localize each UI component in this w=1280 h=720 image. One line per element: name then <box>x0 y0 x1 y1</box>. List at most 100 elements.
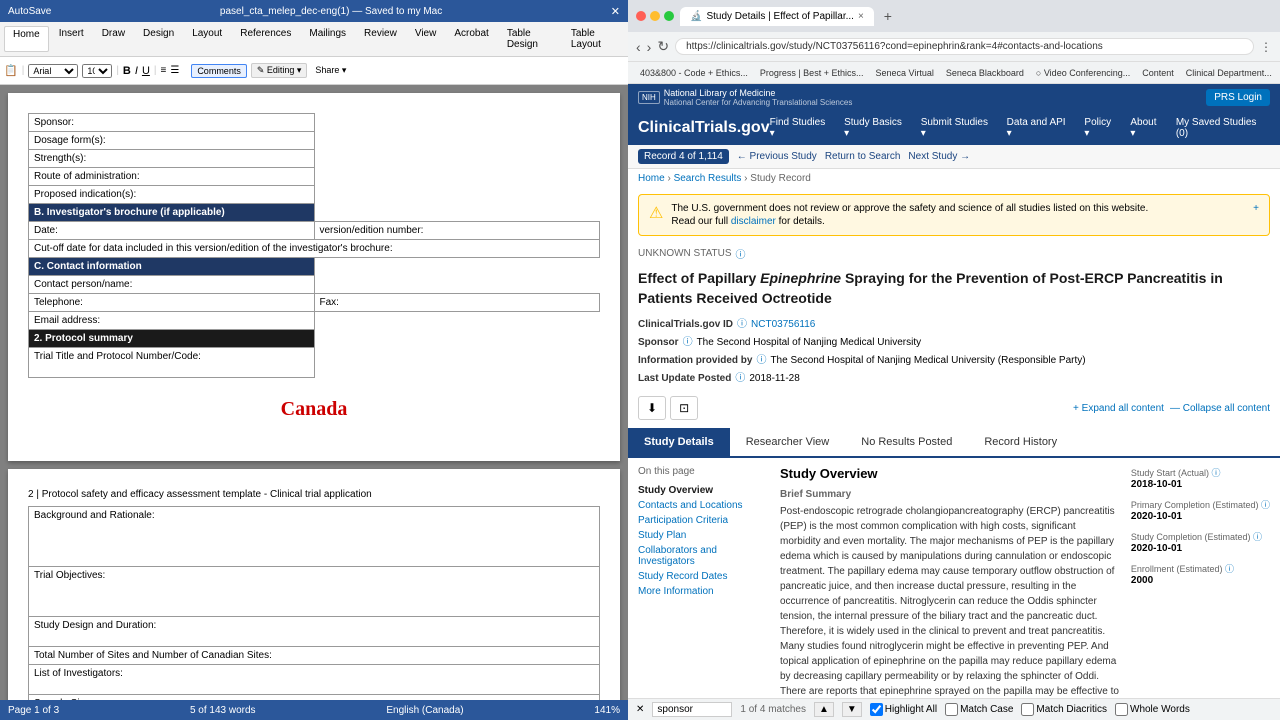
tab-close-btn[interactable]: × <box>858 11 864 22</box>
policy-nav[interactable]: Policy ▾ <box>1084 117 1118 139</box>
address-bar[interactable]: https://clinicaltrials.gov/study/NCT0375… <box>675 38 1254 55</box>
sidebar-collaborators[interactable]: Collaborators and Investigators <box>638 543 768 569</box>
bookmark-4[interactable]: Seneca Blackboard <box>942 67 1028 79</box>
brief-summary-label: Brief Summary <box>780 489 1119 500</box>
sidebar-study-overview[interactable]: Study Overview <box>638 483 768 498</box>
extensions-icon[interactable]: ⋮ <box>1260 40 1272 54</box>
sidebar-more-info[interactable]: More Information <box>638 584 768 599</box>
share-btn[interactable]: ⊡ <box>670 396 698 420</box>
primary-completion-icon[interactable]: ⓘ <box>1261 500 1270 510</box>
match-case-checkbox[interactable] <box>945 703 958 716</box>
word-tab-view[interactable]: View <box>407 26 445 52</box>
sidebar-record-dates[interactable]: Study Record Dates <box>638 569 768 584</box>
data-api-nav[interactable]: Data and API ▾ <box>1007 117 1073 139</box>
download-btn[interactable]: ⬇ <box>638 396 666 420</box>
start-icon[interactable]: ⓘ <box>1211 468 1220 478</box>
close-window-btn[interactable] <box>636 11 646 21</box>
reload-btn[interactable]: ↻ <box>657 38 669 55</box>
align-center-btn[interactable]: ☰ <box>170 65 179 76</box>
find-input[interactable] <box>652 702 732 717</box>
sidebar-participation-criteria[interactable]: Participation Criteria <box>638 513 768 528</box>
about-nav[interactable]: About ▾ <box>1130 117 1163 139</box>
sidebar-study-plan[interactable]: Study Plan <box>638 528 768 543</box>
whole-words-checkbox[interactable] <box>1115 703 1128 716</box>
underline-btn[interactable]: U <box>142 65 150 77</box>
tab-researcher-view[interactable]: Researcher View <box>730 428 846 456</box>
study-id-value[interactable]: NCT03756116 <box>751 316 815 334</box>
find-studies-nav[interactable]: Find Studies ▾ <box>770 117 832 139</box>
bookmark-2[interactable]: Progress | Best + Ethics... <box>756 67 868 79</box>
status-info-icon[interactable]: ⓘ <box>736 246 746 261</box>
paste-btn[interactable]: 📋 <box>4 64 18 77</box>
bookmark-3[interactable]: Seneca Virtual <box>871 67 937 79</box>
align-left-btn[interactable]: ≡ <box>161 65 167 76</box>
last-update-label: Last Update Posted <box>638 370 731 388</box>
editing-btn[interactable]: ✎ Editing ▾ <box>251 63 308 78</box>
warning-expand-btn[interactable]: + <box>1253 203 1259 214</box>
back-btn[interactable]: ‹ <box>636 39 641 55</box>
browser-window-controls <box>636 11 674 21</box>
previous-study-btn[interactable]: ← Previous Study <box>737 151 817 162</box>
tab-study-details[interactable]: Study Details <box>628 428 730 456</box>
browser-tab-active[interactable]: 🔬 Study Details | Effect of Papillar... … <box>680 7 874 26</box>
zoom-indicator: 141% <box>594 705 620 716</box>
enrollment-icon[interactable]: ⓘ <box>1225 564 1234 574</box>
bookmark-1[interactable]: 403&800 - Code + Ethics... <box>636 67 752 79</box>
comments-btn[interactable]: Comments <box>191 64 247 78</box>
return-to-search-btn[interactable]: Return to Search <box>825 151 901 162</box>
last-update-icon[interactable]: ⓘ <box>735 370 745 388</box>
breadcrumb-search-results[interactable]: Search Results <box>674 173 742 184</box>
new-tab-btn[interactable]: + <box>884 8 892 24</box>
italic-btn[interactable]: I <box>135 65 138 77</box>
study-completion-icon[interactable]: ⓘ <box>1253 532 1262 542</box>
study-basics-nav[interactable]: Study Basics ▾ <box>844 117 909 139</box>
highlight-all-option[interactable]: Highlight All <box>870 703 937 716</box>
forward-btn[interactable]: › <box>647 39 652 55</box>
whole-words-option[interactable]: Whole Words <box>1115 703 1190 716</box>
word-tab-insert[interactable]: Insert <box>51 26 92 52</box>
sponsor-icon[interactable]: ⓘ <box>683 334 693 352</box>
match-diacritics-checkbox[interactable] <box>1021 703 1034 716</box>
breadcrumb-home[interactable]: Home <box>638 173 665 184</box>
word-tab-layout[interactable]: Layout <box>184 26 230 52</box>
ct-site-name[interactable]: ClinicalTrials.gov <box>638 119 770 137</box>
word-tab-home[interactable]: Home <box>4 26 49 52</box>
match-case-option[interactable]: Match Case <box>945 703 1013 716</box>
expand-all-btn[interactable]: + Expand all content <box>1073 403 1164 414</box>
match-diacritics-option[interactable]: Match Diacritics <box>1021 703 1107 716</box>
next-study-btn[interactable]: Next Study → <box>908 151 970 162</box>
tab-record-history[interactable]: Record History <box>968 428 1073 456</box>
word-tab-table-design[interactable]: Table Design <box>499 26 561 52</box>
word-tab-acrobat[interactable]: Acrobat <box>446 26 496 52</box>
maximize-window-btn[interactable] <box>664 11 674 21</box>
word-tab-draw[interactable]: Draw <box>94 26 133 52</box>
highlight-all-checkbox[interactable] <box>870 703 883 716</box>
find-next-btn[interactable]: ▼ <box>842 702 862 717</box>
enrollment-value: 2000 <box>1131 575 1270 586</box>
font-size-select[interactable]: 10 <box>82 64 112 78</box>
prs-login-btn[interactable]: PRS Login <box>1206 89 1270 106</box>
bookmark-6[interactable]: Content <box>1138 67 1178 79</box>
my-saved-studies[interactable]: My Saved Studies (0) <box>1176 117 1270 139</box>
close-findbar-btn[interactable]: ✕ <box>636 704 644 715</box>
study-id-icon[interactable]: ⓘ <box>737 316 747 334</box>
collapse-all-btn[interactable]: — Collapse all content <box>1170 403 1270 414</box>
word-tab-table-layout[interactable]: Table Layout <box>563 26 624 52</box>
word-tab-mailings[interactable]: Mailings <box>301 26 354 52</box>
word-tab-review[interactable]: Review <box>356 26 405 52</box>
tab-no-results-posted[interactable]: No Results Posted <box>845 428 968 456</box>
word-tab-design[interactable]: Design <box>135 26 182 52</box>
sidebar-contacts-locations[interactable]: Contacts and Locations <box>638 498 768 513</box>
minimize-window-btn[interactable] <box>650 11 660 21</box>
disclaimer-link[interactable]: disclaimer <box>731 216 776 227</box>
bold-btn[interactable]: B <box>123 65 131 77</box>
bookmark-5[interactable]: ○ Video Conferencing... <box>1032 67 1134 79</box>
info-icon[interactable]: ⓘ <box>756 352 766 370</box>
font-select[interactable]: Arial <box>28 64 78 78</box>
word-page-1: Sponsor: Dosage form(s): Strength(s): Ro… <box>8 93 620 461</box>
submit-studies-nav[interactable]: Submit Studies ▾ <box>921 117 995 139</box>
find-prev-btn[interactable]: ▲ <box>814 702 834 717</box>
word-tab-references[interactable]: References <box>232 26 299 52</box>
bookmark-7[interactable]: Clinical Department... <box>1182 67 1276 79</box>
share-btn[interactable]: Share ▾ <box>315 65 346 76</box>
